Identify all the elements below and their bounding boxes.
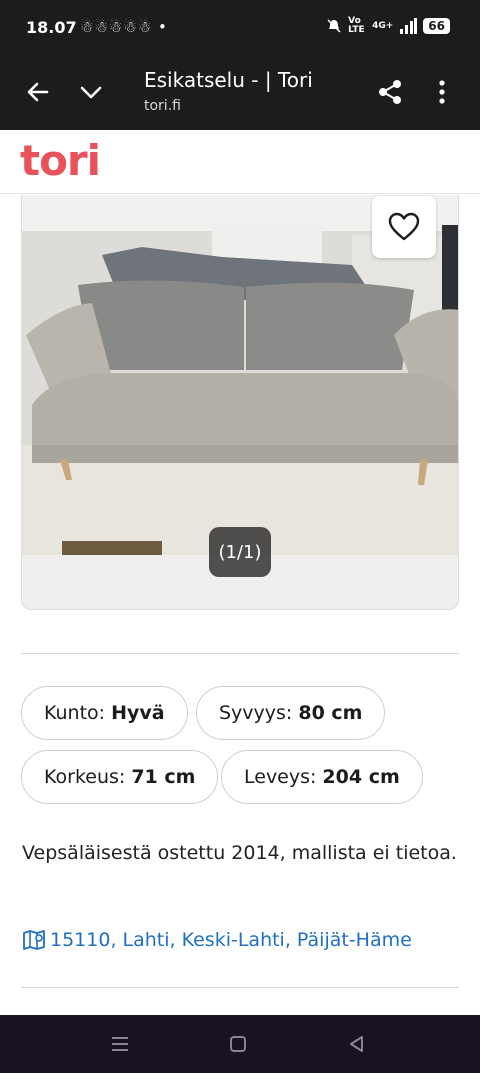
arrow-left-icon[interactable] [22, 76, 54, 108]
more-vert-icon[interactable] [426, 76, 458, 108]
signal-icon [400, 18, 418, 34]
listing-description: Vepsäläisestä ostettu 2014, mallista ei … [22, 842, 457, 864]
attribute-label: Syvyys: [219, 702, 293, 724]
favorite-button[interactable] [372, 196, 436, 258]
mute-icon [327, 19, 341, 33]
page-title: Esikatselu - | Tori [144, 68, 313, 92]
location-link[interactable]: 15110, Lahti, Keski-Lahti, Päijät-Häme [22, 928, 412, 952]
image-counter: (1/1) [209, 527, 271, 577]
tori-logo[interactable]: tori [20, 136, 101, 185]
attribute-label: Leveys: [244, 766, 317, 788]
attribute-height: Korkeus: 71 cm [21, 750, 219, 804]
attribute-label: Korkeus: [44, 766, 126, 788]
status-time: 18.07 [26, 18, 77, 37]
status-bar: 18.07 ☃☃☃☃☃ • Vo LTE 4G+ 66 [0, 0, 480, 56]
attribute-condition: Kunto: Hyvä [21, 686, 188, 740]
volte-label: Vo LTE [348, 16, 365, 35]
site-header: tori [0, 130, 480, 194]
attribute-value: 204 cm [322, 766, 400, 788]
chevron-down-icon[interactable] [75, 76, 107, 108]
notification-icons: ☃☃☃☃☃ • [80, 18, 168, 36]
attribute-value: 80 cm [298, 702, 363, 724]
heart-icon [388, 212, 420, 241]
page-url: tori.fi [144, 98, 181, 114]
attribute-width: Leveys: 204 cm [221, 750, 423, 804]
recent-apps-icon[interactable] [105, 1029, 135, 1059]
battery-indicator: 66 [423, 18, 450, 34]
divider [21, 987, 459, 988]
back-nav-icon[interactable] [342, 1029, 372, 1059]
status-icons: Vo LTE 4G+ 66 [326, 17, 450, 35]
attribute-depth: Syvyys: 80 cm [196, 686, 386, 740]
map-icon [23, 930, 45, 950]
attribute-label: Kunto: [44, 702, 106, 724]
browser-toolbar: Esikatselu - | Tori tori.fi [0, 56, 480, 130]
attribute-value: Hyvä [111, 702, 165, 724]
divider [21, 653, 459, 654]
system-nav-bar [0, 1015, 480, 1073]
share-icon[interactable] [374, 76, 406, 108]
network-label: 4G+ [372, 21, 394, 31]
attribute-value: 71 cm [131, 766, 196, 788]
home-icon[interactable] [223, 1029, 253, 1059]
location-text[interactable]: 15110, Lahti, Keski-Lahti, Päijät-Häme [50, 929, 412, 951]
